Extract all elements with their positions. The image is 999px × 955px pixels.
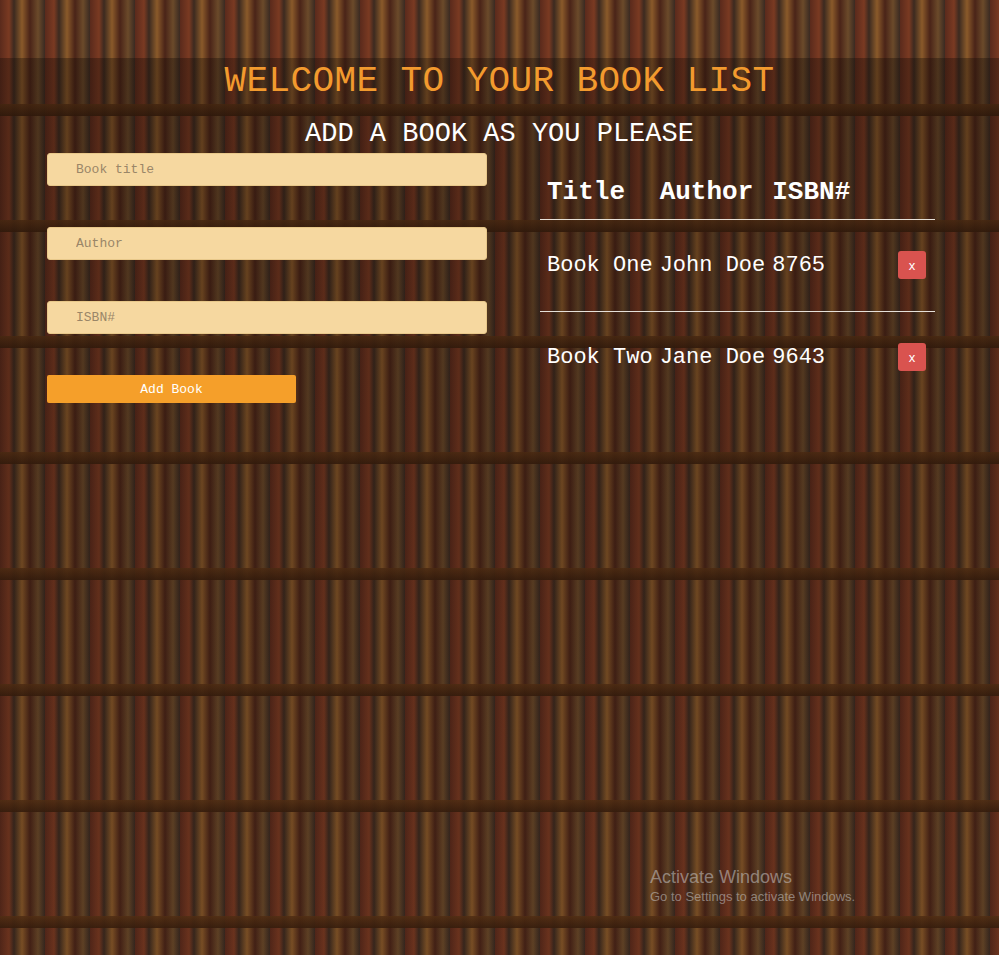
- book-list-page: WELCOME TO YOUR BOOK LIST ADD A BOOK AS Y…: [0, 0, 999, 955]
- book-table: TitleAuthorISBN#Book OneJohn Doe8765xBoo…: [540, 169, 935, 403]
- table-header: TitleAuthorISBN#: [540, 169, 935, 219]
- page-content: WELCOME TO YOUR BOOK LIST ADD A BOOK AS Y…: [0, 58, 999, 955]
- activation-watermark: Activate WindowsGo to Settings to activa…: [650, 866, 855, 906]
- main-columns: Add BookTitleAuthorISBN#Book OneJohn Doe…: [0, 152, 999, 403]
- column-header: ISBN#: [765, 169, 858, 219]
- isbn-cell: 9643: [765, 311, 858, 403]
- title-cell: Book Two: [540, 311, 653, 403]
- page-title: WELCOME TO YOUR BOOK LIST: [0, 58, 999, 106]
- column-header: Title: [540, 169, 653, 219]
- table-row: Book OneJohn Doe8765 x: [540, 219, 935, 311]
- isbn-cell: 8765: [765, 219, 858, 311]
- column-header: Author: [653, 169, 766, 219]
- watermark-title: Activate Windows: [650, 866, 855, 888]
- delete-button[interactable]: x: [898, 343, 926, 371]
- action-cell: x: [858, 311, 935, 403]
- table-row: Book TwoJane Doe9643 x: [540, 311, 935, 403]
- book-input[interactable]: [47, 227, 487, 260]
- add-book-button[interactable]: Add Book: [47, 375, 296, 403]
- watermark-subtitle: Go to Settings to activate Windows.: [650, 888, 855, 906]
- book-input[interactable]: [47, 301, 487, 334]
- page-subtitle: ADD A BOOK AS YOU PLEASE: [0, 116, 999, 152]
- book-form: Add Book: [47, 152, 487, 403]
- author-cell: Jane Doe: [653, 311, 766, 403]
- book-input[interactable]: [47, 153, 487, 186]
- action-cell: x: [858, 219, 935, 311]
- author-cell: John Doe: [653, 219, 766, 311]
- title-cell: Book One: [540, 219, 653, 311]
- column-header: [858, 169, 935, 219]
- delete-button[interactable]: x: [898, 251, 926, 279]
